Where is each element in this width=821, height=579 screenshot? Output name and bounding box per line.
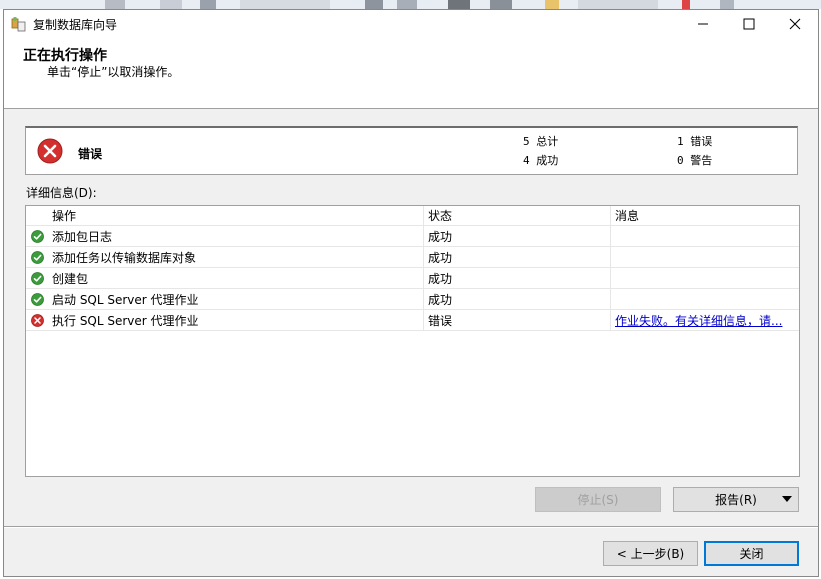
error-icon [30,313,44,327]
row-operation: 添加包日志 [48,226,424,246]
minimize-icon [698,23,708,24]
status-summary-box: 错误 5 总计 4 成功 1 错误 0 警告 [25,126,798,175]
wizard-header: 正在执行操作 单击“停止”以取消操作。 [4,37,818,109]
back-button[interactable]: < 上一步(B) [603,541,698,566]
row-status: 成功 [424,268,611,288]
column-header-status[interactable]: 状态 [424,206,611,225]
window-title: 复制数据库向导 [33,18,118,32]
minimize-button[interactable] [680,10,726,37]
stop-button[interactable]: 停止(S) [535,487,661,512]
column-header-message[interactable]: 消息 [611,206,799,225]
close-window-button[interactable] [772,10,818,37]
table-row[interactable]: 添加包日志 成功 [26,226,799,247]
row-status: 成功 [424,226,611,246]
table-row[interactable]: 添加任务以传输数据库对象 成功 [26,247,799,268]
row-operation: 创建包 [48,268,424,288]
copy-database-wizard-dialog: 复制数据库向导 正在执行操作 单击“停止”以取消操作。 错误 5 总计 4 成功… [3,9,819,577]
report-button-label: 报告(R) [715,493,757,507]
warning-count: 0 警告 [677,154,713,167]
wizard-app-icon [11,17,26,32]
table-row[interactable]: 启动 SQL Server 代理作业 成功 [26,289,799,310]
table-row[interactable]: 创建包 成功 [26,268,799,289]
column-header-operation[interactable]: 操作 [48,206,424,225]
grid-header-icon-col [26,206,48,225]
page-title: 正在执行操作 [23,48,107,64]
details-label: 详细信息(D): [26,186,97,200]
total-count: 5 总计 [523,135,559,148]
dropdown-arrow-icon [782,496,792,502]
background-app-strip [0,0,821,9]
row-status: 错误 [424,310,611,330]
report-button[interactable]: 报告(R) [673,487,799,512]
maximize-button[interactable] [726,10,772,37]
close-icon [789,18,801,29]
details-grid[interactable]: 操作 状态 消息 添加包日志 成功 添加任务以传输数据库对象 成功 创建包 成功… [25,205,800,477]
error-message-link[interactable]: 作业失败。有关详细信息，请... [615,312,782,329]
row-operation: 添加任务以传输数据库对象 [48,247,424,267]
page-subtitle: 单击“停止”以取消操作。 [47,65,180,79]
row-message [611,226,799,246]
success-count: 4 成功 [523,154,559,167]
close-button[interactable]: 关闭 [704,541,799,566]
success-icon [30,250,44,264]
row-status: 成功 [424,247,611,267]
grid-header-row: 操作 状态 消息 [26,206,799,226]
success-icon [30,229,44,243]
row-operation: 执行 SQL Server 代理作业 [48,310,424,330]
row-message [611,289,799,309]
row-message [611,247,799,267]
success-icon [30,271,44,285]
row-status: 成功 [424,289,611,309]
row-operation: 启动 SQL Server 代理作业 [48,289,424,309]
table-row[interactable]: 执行 SQL Server 代理作业 错误 作业失败。有关详细信息，请... [26,310,799,331]
row-message [611,268,799,288]
success-icon [30,292,44,306]
error-count: 1 错误 [677,135,713,148]
maximize-icon [743,18,755,29]
summary-status-label: 错误 [78,147,103,161]
title-bar: 复制数据库向导 [4,10,818,37]
error-icon [37,138,63,164]
